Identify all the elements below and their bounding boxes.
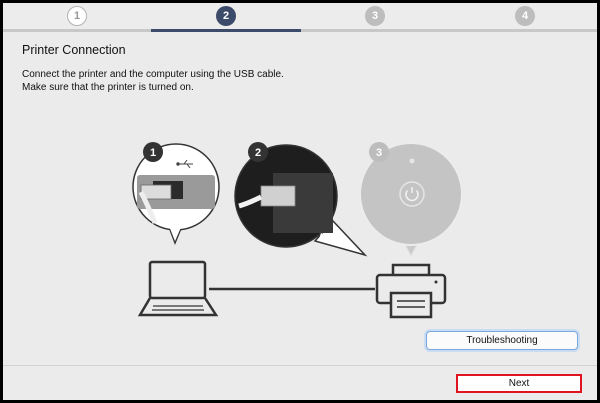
printer-icon — [375, 263, 447, 319]
setup-window: 1 2 3 4 Printer Connection Connect the p… — [3, 3, 597, 400]
footer-divider — [3, 365, 597, 366]
callout-2-number: 2 — [255, 147, 261, 159]
laptop-icon — [137, 260, 219, 317]
callout-3-number: 3 — [376, 147, 382, 159]
troubleshooting-button[interactable]: Troubleshooting — [426, 331, 578, 350]
next-button[interactable]: Next — [456, 374, 582, 393]
callout-2-bubble — [234, 144, 368, 257]
callout-1-number: 1 — [150, 147, 156, 159]
power-button-icon — [399, 181, 425, 207]
